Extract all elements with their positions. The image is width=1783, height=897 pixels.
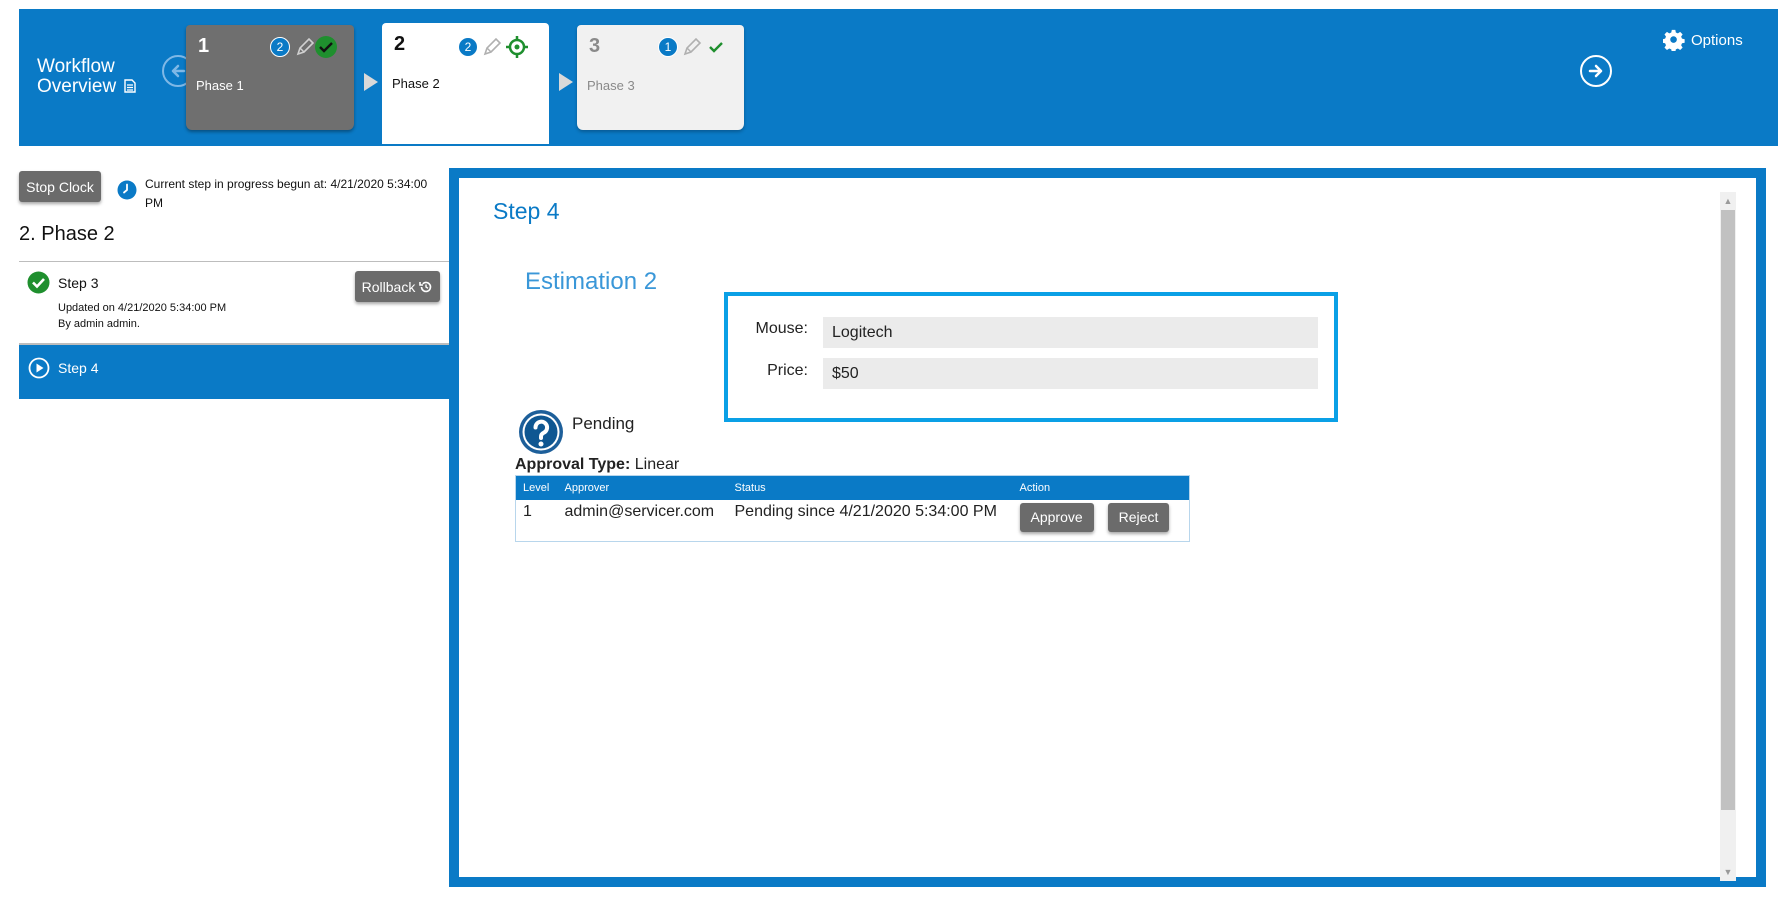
workflow-overview-title[interactable]: Workflow Overview: [37, 57, 136, 98]
pencil-icon: [296, 37, 315, 56]
arrow-left-icon: [171, 64, 186, 78]
count-badge: 2: [458, 37, 478, 57]
phase-name: Phase 1: [196, 78, 244, 93]
reject-button[interactable]: Reject: [1107, 502, 1170, 532]
level-cell: 1: [523, 502, 532, 520]
table-row: 1 admin@servicer.com Pending since 4/21/…: [516, 500, 1190, 542]
workflow-header: Workflow Overview 1 Phase 1 2 2 Phase 2 …: [19, 9, 1778, 146]
form-section-title: Estimation 2: [525, 268, 658, 295]
scroll-down-icon[interactable]: ▼: [1720, 864, 1736, 880]
question-circle-icon: [519, 410, 563, 454]
price-field[interactable]: $50: [823, 358, 1318, 389]
document-icon[interactable]: [124, 78, 136, 98]
approvers-table: Level Approver Status Action 1 admin@ser…: [515, 475, 1190, 542]
count-badge: 2: [270, 37, 290, 57]
phase-number: 1: [198, 35, 210, 57]
phase-card-2[interactable]: 2 Phase 2 2: [382, 23, 549, 144]
mouse-field[interactable]: Logitech: [823, 317, 1318, 348]
gear-icon: [1663, 29, 1685, 51]
approver-cell: admin@servicer.com: [564, 502, 715, 520]
column-header: Status: [727, 475, 1013, 500]
title-line1: Workflow: [37, 56, 115, 77]
divider: [19, 261, 449, 262]
check-icon: [315, 36, 337, 58]
step-title: Step 4: [493, 198, 560, 224]
play-circle-icon: [28, 357, 50, 379]
target-icon: [506, 36, 528, 58]
approval-status: Pending: [572, 414, 635, 433]
action-cell: Approve Reject: [1013, 500, 1190, 542]
column-header: Action: [1012, 475, 1190, 500]
history-icon: [419, 281, 432, 292]
current-phase-heading: 2. Phase 2: [19, 223, 115, 245]
phase-name: Phase 3: [587, 78, 635, 93]
check-icon: [709, 42, 723, 53]
clock-icon: [117, 180, 137, 200]
phase-card-1[interactable]: 1 Phase 1 2: [186, 25, 354, 130]
approval-type-label: Approval Type:: [515, 456, 631, 473]
approve-button[interactable]: Approve: [1019, 502, 1094, 532]
arrow-right-icon: [1588, 64, 1603, 78]
scroll-thumb[interactable]: [1721, 210, 1735, 810]
price-field-label: Price:: [767, 362, 808, 379]
estimation-form: Mouse: Logitech Price: $50: [724, 292, 1338, 422]
step-label: Step 4: [58, 360, 99, 376]
column-header: Level: [515, 475, 558, 500]
phase-number: 3: [589, 35, 601, 57]
check-circle-icon: [27, 271, 50, 294]
mouse-field-label: Mouse:: [755, 320, 808, 337]
table-header-row: Level Approver Status Action: [515, 475, 1190, 500]
status-cell: Pending since 4/21/2020 5:34:00 PM: [734, 502, 997, 520]
options-label: Options: [1691, 31, 1743, 49]
next-phase-button[interactable]: [1580, 55, 1612, 87]
rollback-button[interactable]: Rollback: [355, 271, 440, 302]
vertical-scrollbar[interactable]: ▲ ▼: [1720, 192, 1736, 881]
step-label: Step 3: [58, 275, 99, 291]
phase-number: 2: [394, 33, 406, 55]
step-by-text: By admin admin.: [58, 318, 140, 330]
phase-name: Phase 2: [392, 76, 440, 91]
clock-status-text: Current step in progress begun at: 4/21/…: [145, 177, 428, 210]
phase-card-3[interactable]: 3 Phase 3 1: [577, 25, 744, 130]
approval-type-value: Linear: [634, 456, 680, 473]
count-badge: 1: [658, 37, 678, 57]
title-line2: Overview: [37, 76, 117, 97]
phase-arrow-icon: [559, 73, 573, 91]
step-meta: Updated on 4/21/2020 5:34:00 PM By admin…: [58, 300, 226, 332]
pencil-icon: [683, 37, 702, 56]
approval-type: Approval Type: Linear: [515, 456, 679, 474]
options-button[interactable]: Options: [1663, 29, 1743, 51]
step-updated-text: Updated on 4/21/2020 5:34:00 PM: [58, 302, 227, 314]
stop-clock-button[interactable]: Stop Clock: [19, 171, 101, 202]
pencil-icon: [483, 37, 502, 56]
rollback-label: Rollback: [361, 278, 416, 295]
scroll-up-icon[interactable]: ▲: [1720, 193, 1736, 209]
column-header: Approver: [557, 475, 728, 500]
step-item-step-4[interactable]: Step 4: [19, 345, 449, 399]
phase-arrow-icon: [364, 73, 378, 91]
